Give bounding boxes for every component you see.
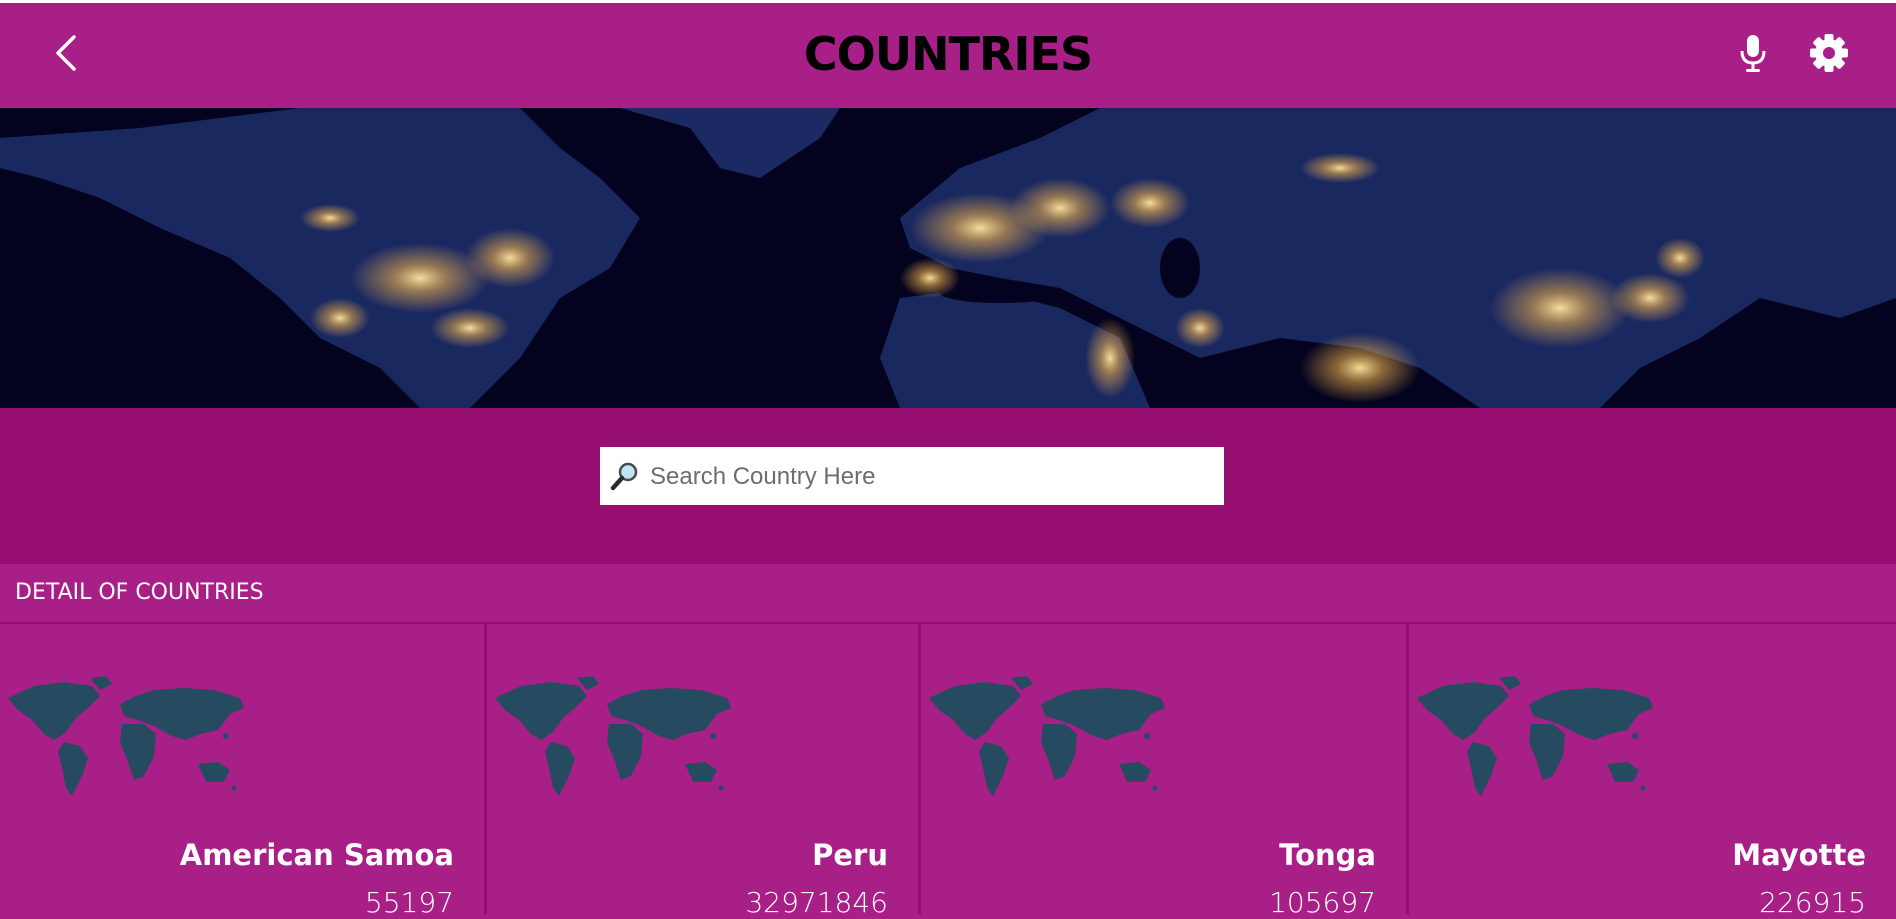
settings-button[interactable] bbox=[1808, 31, 1850, 75]
country-card[interactable]: Mayotte 226915 bbox=[1409, 624, 1896, 919]
microphone-icon bbox=[1740, 35, 1766, 72]
app-header: COUNTRIES bbox=[0, 3, 1896, 108]
world-night-banner bbox=[0, 108, 1896, 408]
country-name: American Samoa bbox=[179, 838, 454, 872]
search-input[interactable] bbox=[648, 447, 1222, 507]
country-population: 55197 bbox=[364, 886, 454, 919]
section-header: DETAIL OF COUNTRIES bbox=[0, 564, 1896, 624]
country-name: Peru bbox=[812, 838, 888, 872]
country-card[interactable]: American Samoa 55197 bbox=[0, 624, 487, 919]
world-map-icon bbox=[495, 676, 731, 796]
magnifier-icon bbox=[610, 462, 638, 491]
gear-icon bbox=[1810, 34, 1848, 72]
section-title: DETAIL OF COUNTRIES bbox=[15, 580, 264, 605]
country-list: American Samoa 55197 Peru 32971846 Tonga… bbox=[0, 624, 1896, 919]
world-map-icon bbox=[1417, 676, 1653, 796]
page-title: COUNTRIES bbox=[803, 27, 1093, 81]
voice-search-button[interactable] bbox=[1738, 31, 1768, 75]
country-name: Mayotte bbox=[1732, 838, 1866, 872]
world-at-night-map bbox=[0, 108, 1896, 408]
world-map-icon bbox=[929, 676, 1165, 796]
world-map-icon bbox=[8, 676, 244, 796]
search-section bbox=[0, 408, 1896, 564]
search-box[interactable] bbox=[600, 447, 1224, 507]
country-name: Tonga bbox=[1279, 838, 1376, 872]
country-card[interactable]: Peru 32971846 bbox=[487, 624, 921, 919]
country-population: 226915 bbox=[1759, 886, 1866, 919]
country-population: 105697 bbox=[1269, 886, 1376, 919]
country-population: 32971846 bbox=[745, 886, 888, 919]
country-card[interactable]: Tonga 105697 bbox=[921, 624, 1409, 919]
